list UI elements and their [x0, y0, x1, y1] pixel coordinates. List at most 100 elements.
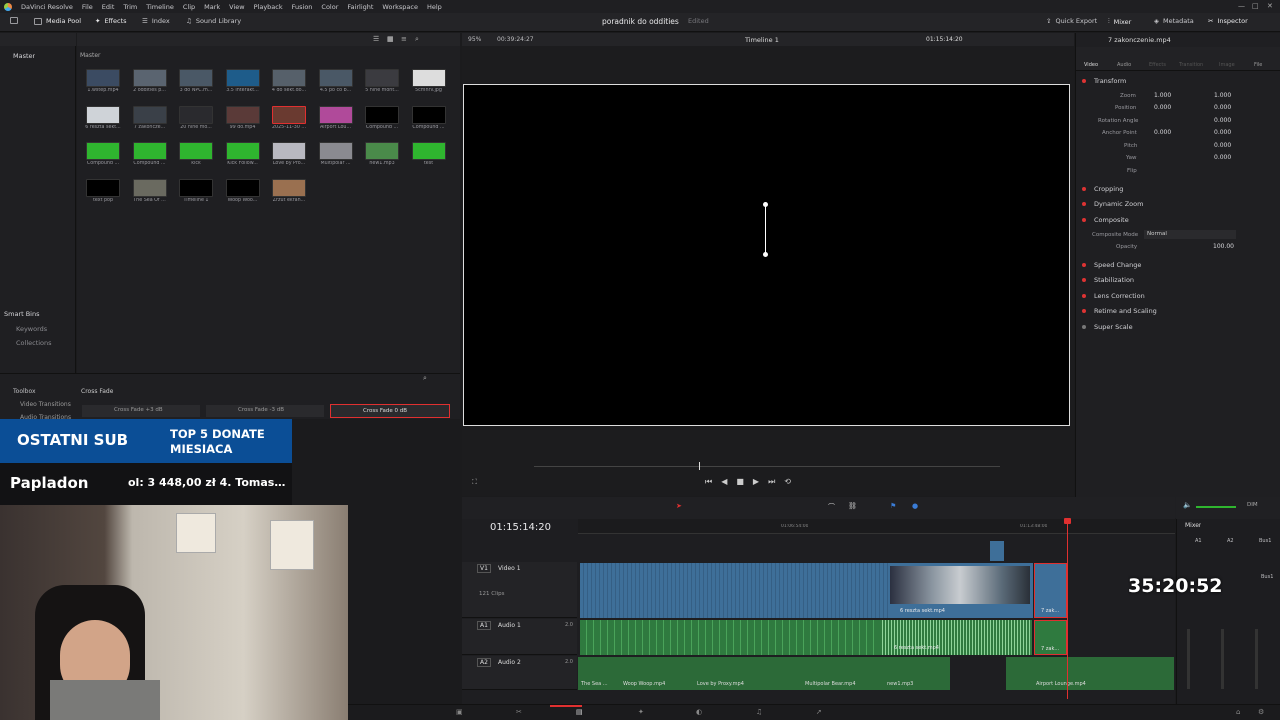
effects-button[interactable]: ✦ Effects — [95, 17, 127, 25]
sound-library-button[interactable]: ♫ Sound Library — [186, 17, 241, 25]
search-icon[interactable]: ⌕ — [415, 35, 419, 44]
a2-clip[interactable]: new1.mp3 — [884, 657, 950, 690]
tab-image[interactable]: Image — [1219, 62, 1235, 68]
media-page-icon[interactable]: ▣ — [456, 708, 463, 716]
maximize-icon[interactable]: □ — [1252, 2, 1259, 10]
fusion-page-icon[interactable]: ✦ — [638, 708, 644, 716]
edit-page-icon[interactable]: ▤ — [576, 708, 583, 716]
viewer-timeline-name[interactable]: Timeline 1 — [745, 36, 779, 44]
fader[interactable] — [1187, 629, 1190, 689]
link-icon[interactable]: ⛓ — [848, 502, 857, 510]
menu-help[interactable]: Help — [427, 3, 442, 11]
timeline-playhead[interactable] — [1067, 519, 1068, 699]
transport-controls[interactable]: ⏮◀■▶⏭⟲ — [705, 477, 800, 487]
opacity-value[interactable]: 100.00 — [1213, 243, 1234, 250]
a2-clip[interactable]: Multipolar Bear.mp4 — [802, 657, 884, 690]
timeline-title-clip[interactable] — [990, 541, 1004, 561]
inspector-button[interactable]: ✂ Inspector — [1208, 17, 1248, 25]
track-a1-tag[interactable]: A1 — [477, 621, 491, 630]
media-clip-thumbnail[interactable]: 1.wstep.mp4 — [85, 69, 121, 95]
media-clip-thumbnail[interactable]: 4.5 po co b... — [318, 69, 354, 95]
timeline-video-clip[interactable] — [580, 563, 888, 618]
menu-fairlight[interactable]: Fairlight — [347, 3, 373, 11]
effects-search-icon[interactable]: ⌕ — [423, 374, 427, 383]
bin-collections[interactable]: Collections — [16, 339, 52, 347]
a2-clip[interactable]: Airport Lounge.mp4 — [1006, 657, 1174, 690]
zoom-x-value[interactable]: 1.000 — [1154, 92, 1171, 99]
enable-dot-icon[interactable] — [1082, 79, 1086, 83]
timeline-audio-clip-7[interactable]: 7 zak... — [1034, 620, 1067, 655]
fairlight-page-icon[interactable]: ♫ — [756, 708, 762, 716]
section-super-scale[interactable]: Super Scale — [1080, 320, 1275, 334]
anchor-handle[interactable] — [763, 252, 768, 257]
video-transitions-item[interactable]: Video Transitions — [20, 401, 71, 408]
media-clip-thumbnail[interactable]: Kick Follow... — [225, 142, 261, 168]
close-icon[interactable]: ✕ — [1267, 2, 1273, 10]
menu-fusion[interactable]: Fusion — [292, 3, 313, 11]
media-clip-thumbnail[interactable]: test — [411, 142, 447, 168]
media-clip-thumbnail[interactable]: new1.mp3 — [364, 142, 400, 168]
bin-master[interactable]: Master — [13, 52, 35, 60]
media-clip-thumbnail[interactable]: Compound ... — [364, 105, 400, 132]
a2-clip[interactable]: The Sea ... — [578, 657, 620, 690]
media-clip-thumbnail[interactable]: 3 do NPC.m... — [178, 69, 214, 95]
cross-fade-plus3[interactable]: Cross Fade +3 dB — [82, 405, 200, 417]
media-clip-thumbnail[interactable]: text pop — [85, 178, 121, 205]
layout-icon[interactable] — [10, 17, 18, 24]
grid-view-icon[interactable]: ▦ — [387, 35, 394, 43]
media-clip-thumbnail[interactable]: 5cmhrv.jpg — [411, 69, 447, 95]
viewer-zoom[interactable]: 95% — [468, 36, 481, 43]
menu-view[interactable]: View — [229, 3, 244, 11]
media-clip-thumbnail[interactable]: Love by Pro... — [271, 142, 307, 168]
menu-file[interactable]: File — [82, 3, 93, 11]
section-lens-correction[interactable]: Lens Correction — [1080, 289, 1275, 303]
deliver-page-icon[interactable]: ➚ — [816, 708, 822, 716]
selection-tool-icon[interactable]: ➤ — [676, 502, 682, 510]
toolbox-item[interactable]: Toolbox — [13, 388, 36, 395]
rotation-handle[interactable] — [763, 202, 768, 207]
media-clip-thumbnail[interactable]: 2025-11-30 ... — [271, 105, 307, 132]
volume-slider[interactable] — [1196, 506, 1236, 508]
yaw-value[interactable]: 0.000 — [1214, 154, 1231, 161]
timeline-video-clip-6[interactable]: 6 reszta sekt.mp4 — [888, 563, 1033, 618]
minimize-icon[interactable]: — — [1238, 2, 1245, 10]
position-y-value[interactable]: 0.000 — [1214, 104, 1231, 111]
media-clip-thumbnail[interactable]: 20 nine mo... — [178, 105, 214, 132]
section-dynamic-zoom[interactable]: Dynamic Zoom — [1080, 197, 1275, 211]
snapping-icon[interactable]: ⌒ — [828, 502, 835, 512]
fader[interactable] — [1255, 629, 1258, 689]
marker-icon[interactable]: ● — [912, 502, 918, 510]
anchor-x-value[interactable]: 0.000 — [1154, 129, 1171, 136]
media-clip-thumbnail[interactable]: Zrzut ekran... — [271, 178, 307, 205]
media-clip-thumbnail[interactable]: Compound ... — [411, 105, 447, 132]
media-clip-thumbnail[interactable]: 6 reszta sekt... — [85, 105, 121, 132]
section-speed-change[interactable]: Speed Change — [1080, 258, 1275, 272]
media-pool-button[interactable]: Media Pool — [34, 17, 81, 25]
track-a2-tag[interactable]: A2 — [477, 658, 491, 667]
media-clip-thumbnail[interactable]: 99 do.mp4 — [225, 105, 261, 132]
anchor-y-value[interactable]: 0.000 — [1214, 129, 1231, 136]
viewer-mode-icon[interactable]: ⛶ — [472, 478, 477, 487]
media-clip-thumbnail[interactable]: Compound ... — [85, 142, 121, 168]
cross-fade-0db[interactable]: Cross Fade 0 dB — [330, 404, 450, 418]
timeline-audio-clip[interactable] — [580, 620, 880, 655]
home-icon[interactable]: ⌂ — [1236, 708, 1240, 716]
section-transform[interactable]: Transform — [1080, 74, 1275, 88]
section-cropping[interactable]: Cropping — [1080, 182, 1275, 196]
media-clip-thumbnail[interactable]: 7 zakoncze... — [132, 105, 168, 132]
media-clip-thumbnail[interactable]: Airport Lou... — [318, 105, 354, 132]
cut-page-icon[interactable]: ✂ — [516, 708, 522, 716]
media-clip-thumbnail[interactable]: Timeline 1 — [178, 178, 214, 205]
a2-clip[interactable]: Woop Woop.mp4 — [620, 657, 694, 690]
timeline-audio-clip-6[interactable]: 6 reszta sekt.mp4 — [880, 620, 1032, 655]
scrubber-bar[interactable] — [534, 466, 1000, 467]
section-retime[interactable]: Retime and Scaling — [1080, 304, 1275, 318]
menu-timeline[interactable]: Timeline — [146, 3, 174, 11]
bin-keywords[interactable]: Keywords — [16, 325, 47, 333]
menu-color[interactable]: Color — [321, 3, 338, 11]
cross-fade-minus3[interactable]: Cross Fade -3 dB — [206, 405, 324, 417]
menu-trim[interactable]: Trim — [123, 3, 137, 11]
sort-icon[interactable]: ≡ — [401, 35, 407, 43]
scrubber-playhead[interactable] — [699, 462, 700, 470]
media-clip-thumbnail[interactable]: 2 oddities p... — [132, 69, 168, 95]
